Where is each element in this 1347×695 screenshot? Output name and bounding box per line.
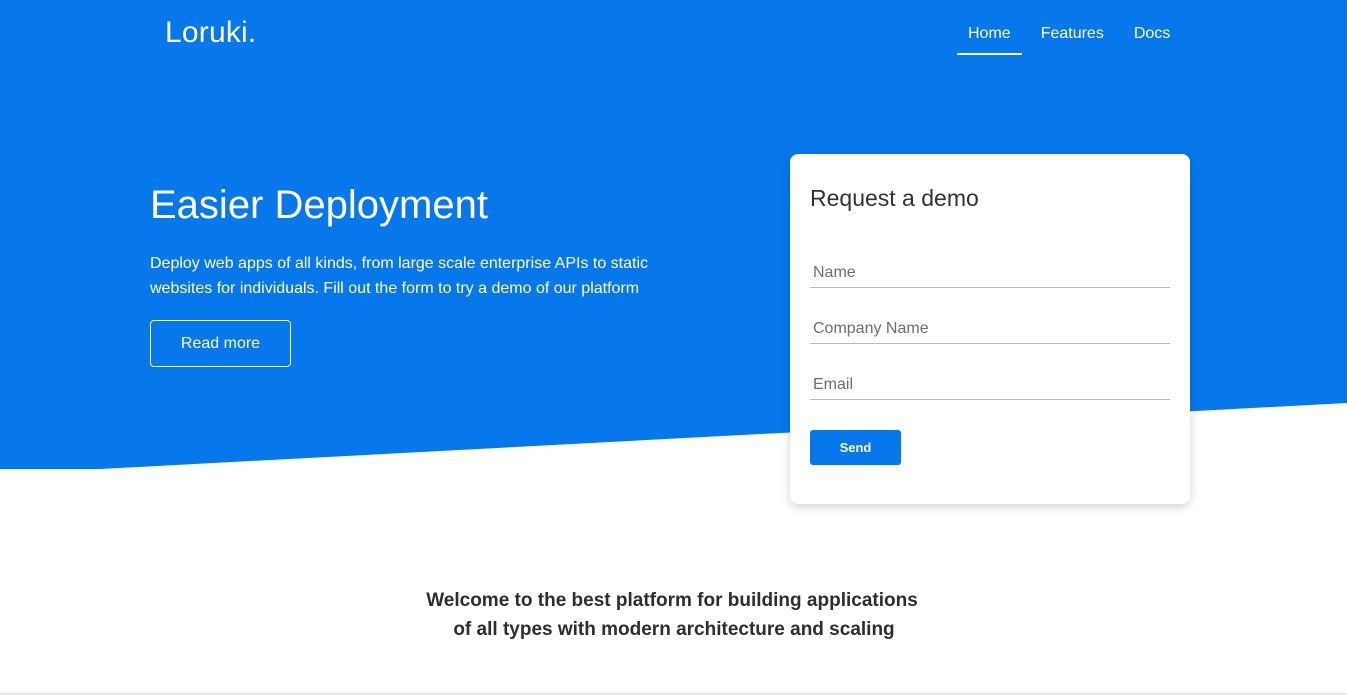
main-nav: Home Features Docs	[957, 24, 1189, 55]
nav-link-home[interactable]: Home	[957, 24, 1022, 55]
send-button[interactable]: Send	[810, 430, 901, 465]
hero-description: Deploy web apps of all kinds, from large…	[150, 255, 649, 297]
email-field[interactable]	[810, 370, 1170, 400]
demo-request-card: Request a demo Send	[790, 154, 1190, 504]
name-field[interactable]	[810, 258, 1170, 288]
welcome-heading: Welcome to the best platform for buildin…	[0, 586, 1347, 644]
demo-form-title: Request a demo	[810, 185, 979, 211]
logo[interactable]: Loruki.	[165, 16, 256, 50]
welcome-line-1: Welcome to the best platform for buildin…	[426, 590, 918, 611]
nav-link-docs[interactable]: Docs	[1123, 24, 1181, 55]
read-more-button[interactable]: Read more	[150, 320, 291, 367]
nav-link-features[interactable]: Features	[1030, 24, 1115, 55]
welcome-line-2: of all types with modern architecture an…	[453, 619, 895, 640]
company-name-field[interactable]	[810, 314, 1170, 344]
hero-title: Easier Deployment	[150, 183, 488, 227]
